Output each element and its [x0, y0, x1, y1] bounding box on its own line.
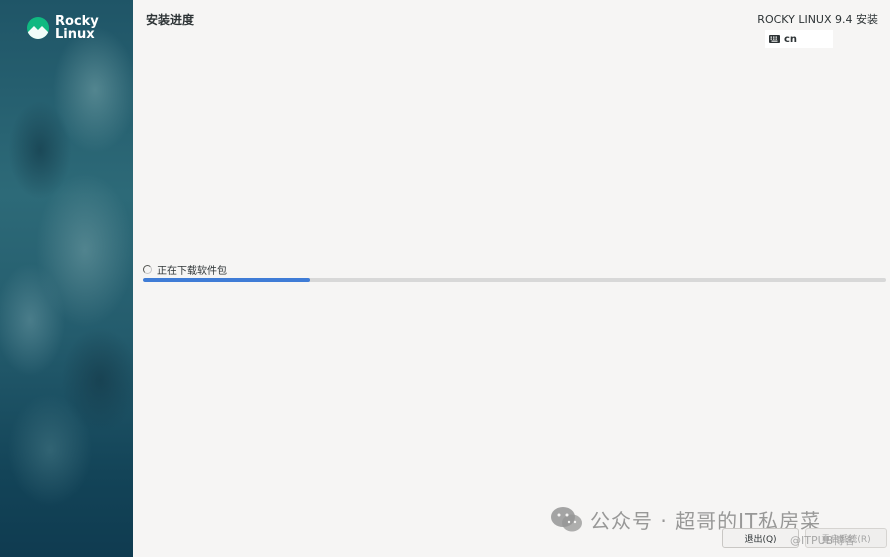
keyboard-icon	[769, 35, 780, 43]
keyboard-layout-label: cn	[784, 33, 798, 45]
wechat-icon	[551, 506, 582, 531]
keyboard-layout-indicator[interactable]: cn	[765, 30, 833, 48]
spinner-icon	[143, 265, 152, 274]
progress-bar-fill	[143, 278, 311, 282]
progress-bar	[143, 278, 886, 282]
product-title: ROCKY LINUX 9.4 安装	[757, 13, 878, 26]
status-text: 正在下载软件包	[157, 266, 227, 277]
logo-text: Rocky Linux	[55, 15, 99, 41]
rocky-logo-icon	[27, 17, 49, 39]
progress-status: 正在下载软件包	[143, 262, 227, 277]
page-title: 安装进度	[146, 13, 195, 27]
watermark-sub-text: @ITPUB博客	[790, 534, 856, 547]
sidebar: Rocky Linux	[0, 0, 133, 557]
logo-text-label: Rocky Linux	[55, 14, 99, 42]
quit-button[interactable]: 退出(Q)	[722, 528, 799, 548]
rocky-linux-logo: Rocky Linux	[27, 15, 99, 41]
installer-window: Rocky Linux 安装进度 ROCKY LINUX 9.4 安装 cn 正…	[0, 0, 890, 557]
